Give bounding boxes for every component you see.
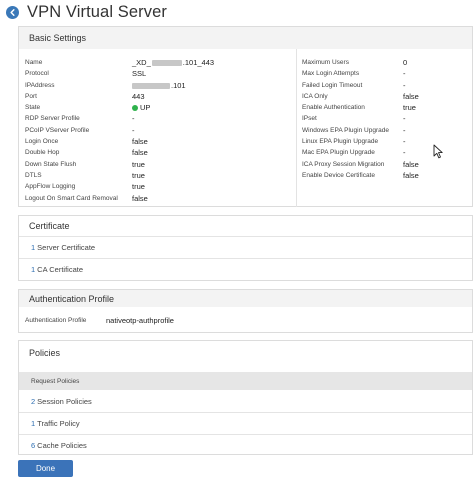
setting-value: false [132, 193, 148, 203]
setting-value: - [132, 125, 135, 135]
setting-key: Authentication Profile [25, 316, 87, 324]
redacted-block [132, 82, 170, 89]
request-policies-header: Request Policies [19, 372, 472, 390]
setting-key: Down State Flush [25, 160, 77, 168]
setting-key: Windows EPA Plugin Upgrade [302, 126, 389, 134]
setting-value: false [403, 91, 419, 101]
setting-value: UP [132, 103, 150, 112]
setting-key: Login Once [25, 138, 59, 146]
setting-key: ICA Only [302, 92, 328, 100]
setting-key: Linux EPA Plugin Upgrade [302, 138, 379, 146]
setting-value: false [403, 170, 419, 180]
count-badge: 1 [31, 243, 36, 252]
count-badge: 2 [31, 396, 36, 406]
server-certificate-link[interactable]: 1 Server Certificate [19, 236, 472, 258]
count-badge: 1 [31, 419, 36, 428]
setting-value: - [403, 125, 406, 135]
setting-key: Double Hop [25, 149, 60, 157]
setting-key: Maximum Users [302, 59, 349, 66]
link-label: Traffic Policy [37, 419, 80, 428]
setting-value: 0 [403, 58, 408, 67]
setting-value: .101 [132, 81, 186, 90]
basic-settings-title: Basic Settings [19, 27, 472, 49]
back-arrow-icon [10, 8, 15, 16]
mouse-cursor-icon [433, 144, 443, 159]
cache-policies-link[interactable]: 6 Cache Policies [19, 434, 472, 456]
setting-key: Name [25, 59, 43, 66]
ca-certificate-link[interactable]: 1 CA Certificate [19, 258, 472, 280]
authentication-profile-panel: Authentication Profile Authentication Pr… [18, 289, 473, 333]
status-up-icon [132, 105, 138, 112]
setting-key: Failed Login Timeout [302, 81, 363, 89]
setting-value: SSL [132, 69, 147, 79]
page-header: VPN Virtual Server [6, 2, 167, 22]
setting-value: - [403, 114, 406, 124]
setting-value: - [132, 114, 135, 124]
setting-value: true [132, 159, 145, 169]
link-label: Server Certificate [37, 243, 96, 252]
name-prefix: _XD_ [132, 58, 151, 67]
setting-value: false [403, 159, 419, 169]
session-policies-link[interactable]: 2 Session Policies [19, 390, 472, 412]
setting-value: false [132, 148, 148, 158]
setting-key: Enable Device Certificate [302, 171, 375, 179]
ip-suffix: .101 [171, 80, 186, 90]
setting-key: Logout On Smart Card Removal [25, 194, 118, 202]
setting-key: State [25, 104, 41, 112]
back-button[interactable] [6, 5, 19, 19]
state-text: UP [140, 103, 151, 113]
column-divider [296, 49, 297, 207]
setting-key: Port [25, 92, 37, 100]
count-badge: 1 [31, 265, 36, 274]
setting-value: _XD_ .101_443 [132, 58, 214, 67]
certificate-panel: Certificate 1 Server Certificate 1 CA Ce… [18, 215, 473, 281]
link-label: CA Certificate [37, 265, 84, 274]
setting-key: AppFlow Logging [25, 183, 76, 191]
setting-value: nativeotp-authprofile [106, 315, 174, 325]
setting-value: - [403, 148, 406, 158]
setting-key: Mac EPA Plugin Upgrade [302, 149, 375, 157]
name-suffix: .101_443 [182, 58, 215, 67]
setting-value: - [403, 137, 406, 147]
setting-key: IPAddress [25, 81, 55, 89]
link-label: Session Policies [37, 396, 92, 406]
basic-settings-panel: Basic Settings Name _XD_ .101_443 Protoco… [18, 26, 473, 207]
setting-key: PCoIP VServer Profile [25, 126, 90, 134]
policies-panel: Policies Request Policies 2 Session Poli… [18, 340, 473, 455]
setting-key: DTLS [25, 171, 42, 179]
setting-key: Enable Authentication [302, 104, 365, 112]
setting-value: true [403, 103, 416, 113]
setting-value: 443 [132, 91, 145, 101]
policies-title: Policies [29, 348, 61, 358]
link-label: Cache Policies [37, 441, 87, 450]
setting-value: - [403, 80, 406, 90]
authentication-profile-row: Authentication Profile nativeotp-authpro… [19, 307, 472, 333]
setting-value: true [132, 170, 145, 180]
count-badge: 6 [31, 441, 36, 450]
setting-key: Protocol [25, 70, 49, 78]
setting-key: IPset [302, 115, 317, 123]
setting-key: RDP Server Profile [25, 115, 80, 123]
certificate-title: Certificate [29, 221, 70, 231]
done-button[interactable]: Done [18, 460, 73, 477]
setting-value: true [132, 182, 145, 192]
setting-value: - [403, 69, 406, 79]
setting-key: Max Login Attempts [302, 70, 360, 78]
redacted-block [151, 60, 182, 67]
setting-value: false [132, 137, 148, 147]
page-title: VPN Virtual Server [27, 2, 167, 21]
authentication-profile-title: Authentication Profile [19, 290, 472, 307]
traffic-policy-link[interactable]: 1 Traffic Policy [19, 412, 472, 434]
setting-key: ICA Proxy Session Migration [302, 160, 385, 168]
